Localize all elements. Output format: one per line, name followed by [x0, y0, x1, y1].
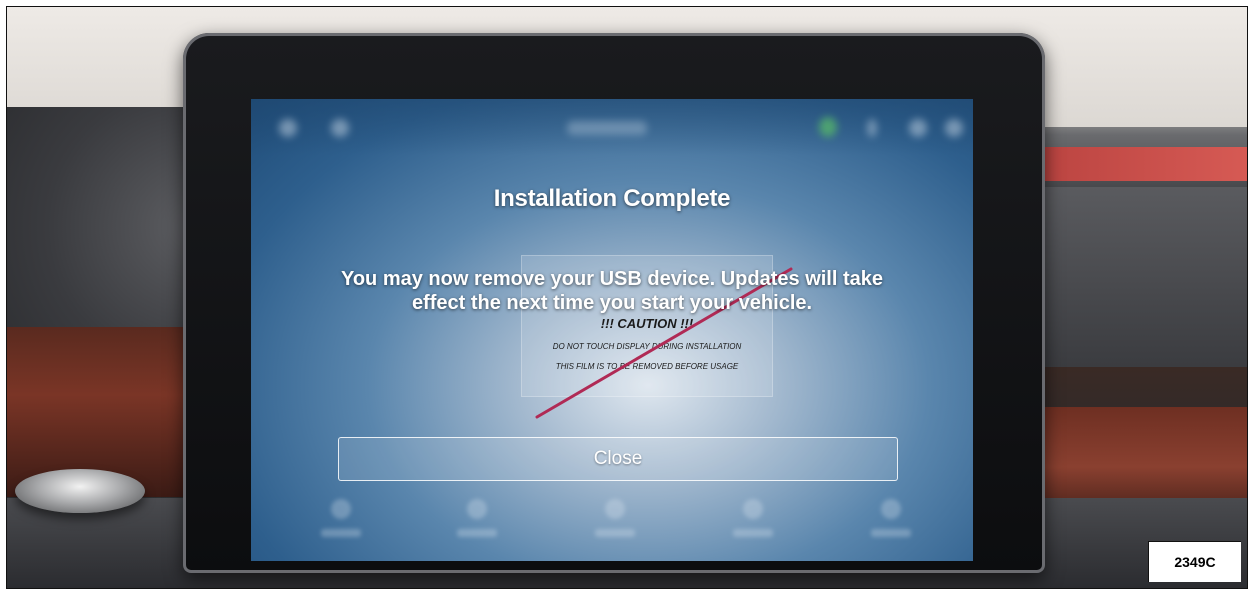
infotainment-screen: !!! CAUTION !!! DO NOT TOUCH DISPLAY DUR…: [251, 99, 973, 561]
apps-icon: [743, 499, 763, 519]
dashboard-right: [1017, 187, 1247, 367]
nav-label-blurred: [321, 529, 361, 537]
nav-item-apps: [723, 499, 783, 549]
nav-item-audio: [311, 499, 371, 549]
settings-icon: [881, 499, 901, 519]
dialog-title: Installation Complete: [493, 185, 731, 212]
nav-item-phone: [447, 499, 507, 549]
audio-icon: [331, 499, 351, 519]
nav-label-blurred: [733, 529, 773, 537]
figure-id-label: 2349C: [1148, 541, 1241, 582]
nav-item-nav: [585, 499, 645, 549]
volume-knob: [15, 469, 145, 513]
nav-label-blurred: [595, 529, 635, 537]
dialog-message: You may now remove your USB device. Upda…: [340, 268, 884, 314]
nav-label-blurred: [457, 529, 497, 537]
navigation-icon: [605, 499, 625, 519]
background-red-strip: [1017, 147, 1247, 181]
close-button[interactable]: Close: [338, 437, 898, 481]
photo-frame: !!! CAUTION !!! DO NOT TOUCH DISPLAY DUR…: [6, 6, 1248, 589]
phone-icon: [467, 499, 487, 519]
nav-item-settings: [861, 499, 921, 549]
bottom-nav-blurred: [251, 485, 973, 561]
nav-label-blurred: [871, 529, 911, 537]
